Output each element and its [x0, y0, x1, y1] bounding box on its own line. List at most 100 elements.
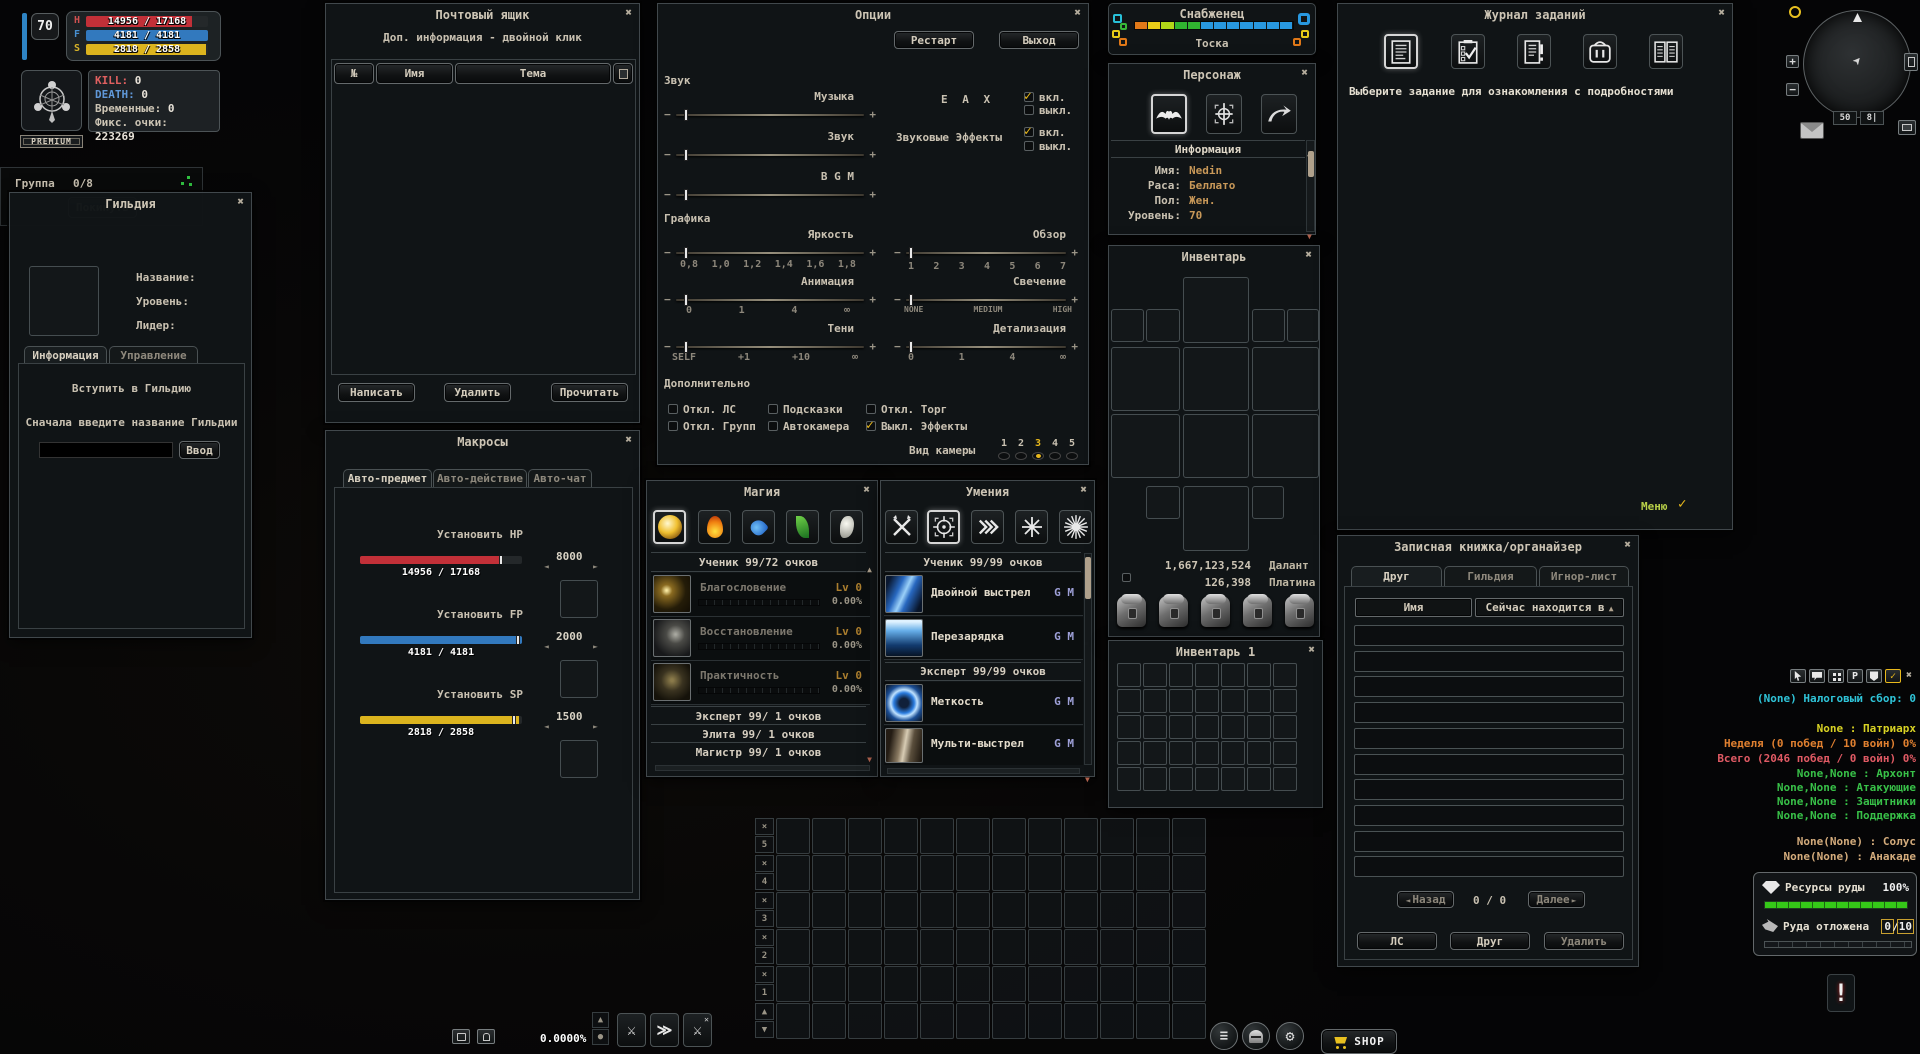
character-title[interactable]: Персонаж: [1127, 68, 1297, 82]
chat-row-delete-icon[interactable]: ×: [755, 929, 774, 946]
close-icon[interactable]: ✖: [1308, 645, 1315, 655]
journal-tab-events-icon[interactable]: [1517, 34, 1551, 69]
macro-slot[interactable]: [992, 929, 1026, 965]
magic-school-water-icon[interactable]: [742, 510, 775, 544]
organizer-tab-guild[interactable]: Гильдия: [1444, 566, 1537, 586]
macros-title[interactable]: Макросы: [344, 435, 621, 449]
inventory-slot[interactable]: [1169, 741, 1193, 765]
friend-list-row[interactable]: [1354, 676, 1624, 697]
skills-title[interactable]: Умения: [899, 485, 1076, 499]
party-toggle-button[interactable]: P: [1847, 669, 1863, 683]
chase-macro-icon[interactable]: ≫: [650, 1013, 679, 1047]
inventory-slot[interactable]: [1169, 767, 1193, 791]
macro-slot[interactable]: [848, 1003, 882, 1039]
macro-slot[interactable]: [920, 929, 954, 965]
macro-slot[interactable]: [1028, 892, 1062, 928]
magic-hscroll[interactable]: [655, 765, 870, 771]
macro-slot[interactable]: [1064, 855, 1098, 891]
macro-slot[interactable]: [956, 966, 990, 1002]
organizer-next-button[interactable]: Далее: [1528, 891, 1585, 908]
organizer-col-name[interactable]: Имя: [1355, 598, 1472, 617]
inventory-slot[interactable]: [1221, 741, 1245, 765]
macro-slot[interactable]: [1136, 966, 1170, 1002]
shield-toggle-icon[interactable]: [1866, 669, 1882, 683]
mail-write-button[interactable]: Написать: [338, 383, 415, 402]
hp-increase-icon[interactable]: [593, 554, 598, 573]
equip-slot-small[interactable]: [1287, 309, 1319, 342]
inventory-slot[interactable]: [1221, 715, 1245, 739]
macro-slot[interactable]: [1028, 855, 1062, 891]
eax-off-checkbox[interactable]: [1024, 105, 1034, 115]
guild-enter-button[interactable]: Ввод: [179, 441, 220, 459]
macro-slot[interactable]: [920, 818, 954, 854]
macro-slot[interactable]: [920, 966, 954, 1002]
mail-delete-button[interactable]: Удалить: [444, 383, 511, 402]
macro-slot[interactable]: [956, 855, 990, 891]
close-icon[interactable]: ✖: [1301, 68, 1308, 78]
macro-sp-item-slot[interactable]: [560, 740, 598, 778]
macro-slot[interactable]: [776, 855, 810, 891]
inventory-slot[interactable]: [1169, 715, 1193, 739]
music-slider[interactable]: [676, 109, 864, 121]
magic-school-fire-icon[interactable]: [698, 510, 731, 544]
quest-journal-title[interactable]: Журнал заданий: [1356, 8, 1714, 22]
macro-fp-bar[interactable]: [360, 636, 522, 644]
organizer-title[interactable]: Записная книжка/органайзер: [1356, 540, 1620, 554]
guild-name-input[interactable]: [39, 442, 173, 458]
sp-increase-icon[interactable]: [593, 714, 598, 733]
guild-tab-manage[interactable]: Управление: [109, 346, 198, 363]
magic-title[interactable]: Магия: [665, 485, 859, 499]
macro-slot[interactable]: [1136, 892, 1170, 928]
grid-scroll-down-icon[interactable]: ▼: [755, 1021, 774, 1038]
inventory-slot[interactable]: [1195, 689, 1219, 713]
macro-slot[interactable]: [1100, 929, 1134, 965]
macros-tab-auto-action[interactable]: Авто-действие: [433, 469, 527, 487]
inventory-slot[interactable]: [1195, 767, 1219, 791]
disable-trade-checkbox[interactable]: [866, 404, 876, 414]
chat-row-delete-icon[interactable]: ×: [755, 892, 774, 909]
skills-tier2-header[interactable]: Эксперт 99/99 очков: [885, 665, 1081, 678]
macro-slot[interactable]: [920, 1003, 954, 1039]
disable-effects-checkbox[interactable]: [866, 421, 876, 431]
friend-list-row[interactable]: [1354, 805, 1624, 826]
macro-slot[interactable]: [812, 1003, 846, 1039]
equip-slot-pants[interactable]: [1183, 414, 1249, 478]
organizer-friend-button[interactable]: Друг: [1450, 932, 1530, 950]
spell-row[interactable]: Благословение Lv 0 0.00%: [651, 573, 870, 617]
macro-slot[interactable]: [1136, 855, 1170, 891]
macro-slot[interactable]: [848, 892, 882, 928]
eax-on-checkbox[interactable]: [1024, 92, 1034, 102]
disable-pm-checkbox[interactable]: [668, 404, 678, 414]
minimap-zoom-in-button[interactable]: +: [1786, 55, 1799, 68]
skill-tab-special-icon[interactable]: [1059, 510, 1092, 544]
inventory-slot[interactable]: [1273, 663, 1297, 687]
dice-pattern-icon[interactable]: [1828, 669, 1844, 683]
macro-slot[interactable]: [956, 1003, 990, 1039]
inventory-slot[interactable]: [1273, 767, 1297, 791]
macro-slot[interactable]: [1172, 892, 1206, 928]
camera-radio-4[interactable]: [1049, 452, 1061, 460]
menu-check-icon[interactable]: ✓: [1678, 496, 1686, 512]
inventory-slot[interactable]: [1169, 663, 1193, 687]
skills-tier1-header[interactable]: Ученик 99/99 очков: [885, 556, 1081, 569]
macro-slot[interactable]: [1100, 966, 1134, 1002]
macro-slot[interactable]: [1136, 1003, 1170, 1039]
equip-slot-boots[interactable]: [1252, 414, 1319, 478]
macros-tab-auto-item[interactable]: Авто-предмет: [343, 469, 432, 487]
equip-slot-small[interactable]: [1146, 309, 1180, 342]
macro-slot[interactable]: [884, 966, 918, 1002]
chat-row-delete-icon[interactable]: ×: [755, 855, 774, 872]
inventory-slot[interactable]: [1117, 741, 1141, 765]
grid-scroll-up-icon[interactable]: ▲: [755, 1003, 774, 1020]
camera-radio-5[interactable]: [1066, 452, 1078, 460]
disable-group-checkbox[interactable]: [668, 421, 678, 431]
skill-tab-melee-icon[interactable]: [885, 510, 918, 544]
journal-tab-book-icon[interactable]: [1649, 34, 1683, 69]
inventory-slot[interactable]: [1221, 767, 1245, 791]
guild-tab-info[interactable]: Информация: [24, 346, 107, 363]
menu-icon[interactable]: ≡: [1210, 1022, 1238, 1050]
spell-row[interactable]: Восстановление Lv 0 0.00%: [651, 617, 870, 661]
macro-slot[interactable]: [1172, 1003, 1206, 1039]
macro-slot[interactable]: [884, 892, 918, 928]
skill-row[interactable]: Мульти-выстрел G M: [884, 726, 1083, 765]
